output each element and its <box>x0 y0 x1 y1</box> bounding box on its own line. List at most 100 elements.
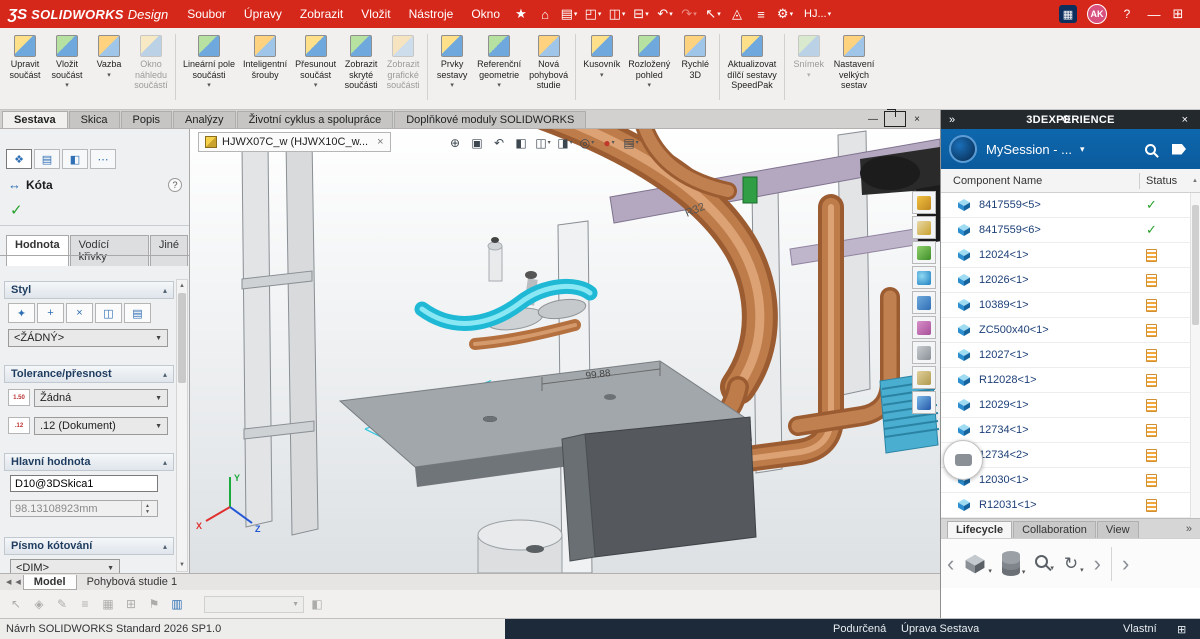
ribbon-assembly-features[interactable]: Prvky sestavy▾ <box>431 32 473 104</box>
ribbon-edit-component[interactable]: Upravit součást <box>4 32 46 104</box>
tab-skica[interactable]: Skica <box>69 111 120 128</box>
property-manager-tab[interactable]: ▤ <box>34 149 60 169</box>
white-tank[interactable] <box>478 520 562 573</box>
zoom-fit-button[interactable]: ⊕ <box>445 133 465 152</box>
menu-upravy[interactable]: Úpravy <box>235 0 291 28</box>
flag-button[interactable]: ⚑ <box>144 594 164 614</box>
revise-action-button[interactable]: ↻▾ <box>1064 554 1084 574</box>
ribbon-smart-fasteners[interactable]: Inteligentní šrouby <box>239 32 291 104</box>
ribbon-show-graphic-components[interactable]: Zobrazit grafické součásti <box>382 32 424 104</box>
search-icon[interactable] <box>1145 144 1156 155</box>
edit-appearance-button[interactable]: ◬ <box>726 3 748 25</box>
3dexperience-compass-icon[interactable] <box>949 135 977 163</box>
ribbon-new-motion-study[interactable]: Nová pohybová studie <box>525 32 572 104</box>
open-button[interactable]: ◰▾ <box>582 3 604 25</box>
ribbon-snapshot[interactable]: Snímek▾ <box>788 32 830 104</box>
solidworks-resources-tab[interactable] <box>912 191 936 214</box>
ok-button[interactable]: ✓ <box>10 201 23 219</box>
delete-style-button[interactable]: × <box>66 303 93 323</box>
ribbon-reference-geometry[interactable]: Referenční geometrie▾ <box>473 32 525 104</box>
scrollbar-thumb[interactable] <box>1192 205 1199 325</box>
ribbon-move-component[interactable]: Přesunout součást▾ <box>291 32 340 104</box>
component-row[interactable]: R12031<1> <box>941 493 1200 518</box>
section-dimension-font[interactable]: Písmo kótování ▴ <box>4 537 174 555</box>
section-tool-button[interactable]: ◧ <box>307 594 327 614</box>
component-row[interactable]: 12026<1> <box>941 268 1200 293</box>
minimize-button[interactable]: — <box>1143 3 1165 25</box>
tab-motion-study-1[interactable]: Pohybová studie 1 <box>77 575 188 589</box>
collaboration-chat-button[interactable] <box>943 440 983 480</box>
database-action-button[interactable]: ▾ <box>1002 551 1026 576</box>
ribbon-bill-of-materials[interactable]: Kusovník▾ <box>579 32 624 104</box>
column-status[interactable]: Status <box>1139 173 1177 189</box>
doc-close-button[interactable]: × <box>906 111 928 127</box>
forward-chevron-button[interactable]: › <box>1094 554 1101 574</box>
back-chevron-button[interactable]: ‹ <box>947 554 954 574</box>
document-tab[interactable]: HJWX07C_w (HJWX10C_w... × <box>198 132 391 152</box>
component-row[interactable]: R12028<1> <box>941 368 1200 393</box>
select-button[interactable]: ↖▾ <box>702 3 724 25</box>
dimension-font-dropdown[interactable]: <DIM> ▼ <box>10 559 120 573</box>
grid-button[interactable]: ⊞ <box>121 594 141 614</box>
section-primary-value[interactable]: Hlavní hodnota ▴ <box>4 453 174 471</box>
tolerance-dropdown[interactable]: Žádná ▼ <box>34 389 168 407</box>
precision-dropdown[interactable]: .12 (Dokument) ▼ <box>34 417 168 435</box>
sketch-tool-button[interactable]: ✎ <box>52 594 72 614</box>
tab-collaboration[interactable]: Collaboration <box>1013 521 1096 538</box>
ribbon-insert-component[interactable]: Vložit součást▾ <box>46 32 88 104</box>
property-manager-scrollbar[interactable]: ▲ ▼ <box>176 279 188 572</box>
component-row[interactable]: 8417559<6> <box>941 218 1200 243</box>
toolbox-tab[interactable] <box>912 366 936 389</box>
tag-icon[interactable] <box>1172 144 1186 155</box>
new-document-button[interactable]: ▤▾ <box>558 3 580 25</box>
section-style[interactable]: Styl ▴ <box>4 281 174 299</box>
save-style-button[interactable]: ◫ <box>95 303 122 323</box>
view-palette-tab[interactable] <box>912 266 936 289</box>
component-row[interactable]: 12029<1> <box>941 393 1200 418</box>
component-row[interactable]: ZC500x40<1> <box>941 318 1200 343</box>
section-view-button[interactable]: ◧ <box>511 133 531 152</box>
table-button[interactable]: ▦ <box>98 594 118 614</box>
view-orientation-button[interactable]: ◫▾ <box>533 133 553 152</box>
zoom-area-button[interactable]: ▣ <box>467 133 487 152</box>
save-button[interactable]: ◫▾ <box>606 3 628 25</box>
search-action-button[interactable]: ▾ <box>1035 555 1054 572</box>
configuration-manager-tab[interactable]: ◧ <box>62 149 88 169</box>
print-button[interactable]: ⊟▾ <box>630 3 652 25</box>
dimension-value-spinner[interactable]: 98.13108923mm ▲ ▼ <box>10 500 158 517</box>
evaluate-button[interactable]: ▥ <box>167 594 187 614</box>
component-row[interactable]: 10389<1> <box>941 293 1200 318</box>
ribbon-update-speedpak[interactable]: Aktualizovat dílčí sestavy SpeedPak <box>723 32 781 104</box>
disabled-dropdown[interactable]: ▼ <box>204 596 304 613</box>
ribbon-instant-3d[interactable]: Rychlé 3D <box>674 32 716 104</box>
pin-menu-icon[interactable]: ★ <box>510 3 532 25</box>
component-list-scrollbar[interactable] <box>1190 193 1200 518</box>
menu-soubor[interactable]: Soubor <box>178 0 235 28</box>
feature-manager-tab[interactable]: ❖ <box>6 149 32 169</box>
tab-view[interactable]: View <box>1097 521 1139 538</box>
ribbon-linear-pattern[interactable]: Lineární pole součásti▾ <box>179 32 239 104</box>
file-properties-button[interactable]: ≡ <box>750 3 772 25</box>
component-row[interactable]: 8417559<5> <box>941 193 1200 218</box>
3dexperience-launcher-button[interactable]: ▦ <box>1059 5 1077 23</box>
tab-scroll-left-icon[interactable]: ◀ <box>13 578 22 586</box>
section-tolerance[interactable]: Tolerance/přesnost ▴ <box>4 365 174 383</box>
component-row[interactable]: 12024<1> <box>941 243 1200 268</box>
status-config[interactable]: Vlastní <box>1123 623 1157 635</box>
tab-overflow-button[interactable]: » <box>1186 523 1200 535</box>
design-library-tab[interactable] <box>912 216 936 239</box>
component-row[interactable]: 12734<1> <box>941 418 1200 443</box>
3dexperience-marketplace-tab[interactable] <box>912 391 936 414</box>
previous-view-button[interactable]: ↶ <box>489 133 509 152</box>
session-selector[interactable]: MySession - ... <box>986 142 1072 157</box>
appearances-scenes-tab[interactable] <box>912 291 936 314</box>
ribbon-large-assembly-settings[interactable]: Nastavení velkých sestav <box>830 32 879 104</box>
undo-button[interactable]: ↶▾ <box>654 3 676 25</box>
steel-frame[interactable] <box>242 131 870 573</box>
panel-settings-button[interactable]: ⚙ <box>1057 113 1075 126</box>
black-cylinder-end[interactable] <box>860 156 920 190</box>
more-tabs-button[interactable]: ⋯ <box>90 149 116 169</box>
menu-vlozit[interactable]: Vložit <box>352 0 399 28</box>
3d-model-canvas[interactable]: 99.88 R32 Y X Z <box>190 129 940 573</box>
options-button[interactable]: ⚙▾ <box>774 3 796 25</box>
